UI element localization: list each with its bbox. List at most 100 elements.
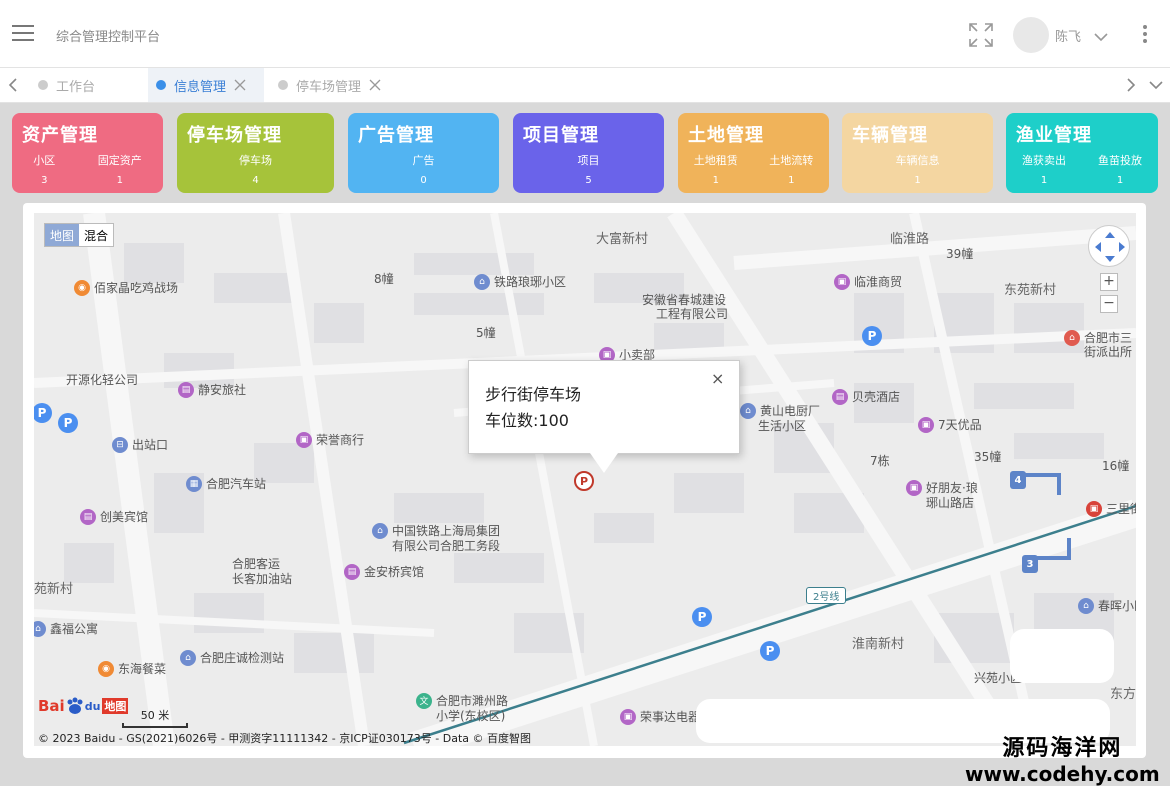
shop-icon: ▣ <box>296 431 312 448</box>
map-poi[interactable]: 大富新村 <box>596 228 648 247</box>
module-card-land[interactable]: 土地管理 土地租赁 1 土地流转 1 <box>678 113 829 193</box>
building-icon: ⌂ <box>372 522 388 539</box>
tab-label: 停车场管理 <box>296 79 362 95</box>
card-stat[interactable]: 广告 0 <box>413 151 435 191</box>
chevron-left-icon[interactable] <box>6 77 22 93</box>
tab-info-management[interactable]: 信息管理 <box>148 68 264 102</box>
map-poi[interactable]: ⌂ 合肥庄诚检测站 <box>180 649 284 666</box>
map-poi[interactable]: 淮南新村 <box>852 633 904 652</box>
card-title: 停车场管理 <box>187 125 282 146</box>
tab-label: 信息管理 <box>174 79 227 95</box>
card-stat[interactable]: 停车场 4 <box>239 151 272 191</box>
tab-status-dot <box>38 80 48 90</box>
parking-icon[interactable]: P <box>692 607 712 627</box>
username[interactable]: 陈飞 <box>1055 26 1081 45</box>
module-card-vehicles[interactable]: 车辆管理 车辆信息 1 <box>842 113 993 193</box>
map-poi[interactable]: 7栋 <box>870 452 890 469</box>
map-poi[interactable]: 临淮路 <box>890 228 929 247</box>
map-poi[interactable]: 东苑新村 <box>1004 279 1056 298</box>
menu-icon[interactable] <box>12 24 34 42</box>
parking-icon[interactable]: P <box>862 326 882 346</box>
map-poi[interactable]: 工程有限公司 <box>656 305 728 322</box>
module-card-fishery[interactable]: 渔业管理 渔获卖出 1 鱼苗投放 1 <box>1006 113 1158 193</box>
map-poi[interactable]: 开源化轻公司 <box>66 371 138 388</box>
module-card-parking[interactable]: 停车场管理 停车场 4 <box>177 113 334 193</box>
map-poi[interactable]: ⌂ 鑫福公寓 <box>34 620 98 637</box>
map-poi[interactable]: 东方 <box>1110 683 1136 702</box>
map-poi[interactable]: ◉ 佰家晶吃鸡战场 <box>74 279 178 296</box>
parking-icon[interactable]: P <box>760 641 780 661</box>
card-stat[interactable]: 车辆信息 1 <box>896 151 940 191</box>
map-canvas[interactable]: 大富新村 临淮路 39幢 8幢 ⌂ 铁路琅琊小区 安徽省春城建设 工程有限公司 ▣… <box>34 213 1136 746</box>
card-stat[interactable]: 土地租赁 1 <box>694 151 738 191</box>
route-marker[interactable]: 3 <box>1022 555 1038 573</box>
map-poi[interactable]: ▣ 荣事达电器 <box>620 708 700 725</box>
more-vertical-icon[interactable] <box>1140 24 1150 44</box>
module-card-projects[interactable]: 项目管理 项目 5 <box>513 113 664 193</box>
shop-icon: ▣ <box>906 479 922 496</box>
building-icon: ⌂ <box>34 620 46 637</box>
map-poi[interactable]: ▤ 创美宾馆 <box>80 508 148 525</box>
chevron-down-icon[interactable] <box>1148 77 1164 93</box>
map-poi[interactable]: 35幢 <box>974 448 1001 465</box>
close-icon[interactable] <box>369 79 381 91</box>
zoom-out-button[interactable]: − <box>1100 295 1118 313</box>
map-poi[interactable]: ▣ 荣誉商行 <box>296 431 364 448</box>
map-type-switch[interactable]: 地图 混合 <box>44 223 115 247</box>
info-window-content: 车位数:100 <box>485 411 569 430</box>
building-icon: ⌂ <box>1078 597 1094 614</box>
map-poi[interactable]: ◉ 东海餐菜 <box>98 660 166 677</box>
map-poi[interactable]: 39幢 <box>946 245 973 262</box>
map-poi[interactable]: ▤ 贝壳酒店 <box>832 388 900 405</box>
fullscreen-icon[interactable] <box>968 22 994 48</box>
parking-marker-icon[interactable]: P <box>574 471 594 491</box>
map-poi[interactable]: 16幢 <box>1102 457 1129 474</box>
card-stat[interactable]: 渔获卖出 1 <box>1022 151 1066 191</box>
map-poi[interactable]: 有限公司合肥工务段 <box>392 537 500 554</box>
card-stat[interactable]: 鱼苗投放 1 <box>1098 151 1142 191</box>
parking-icon[interactable]: P <box>58 413 78 433</box>
map-type-option-hybrid[interactable]: 混合 <box>79 224 113 246</box>
chevron-down-icon[interactable] <box>1093 28 1109 42</box>
module-card-assets[interactable]: 资产管理 小区 3 固定资产 1 <box>12 113 163 193</box>
map-poi[interactable]: 5幢 <box>476 324 496 341</box>
map-poi[interactable]: ⌂春晖小区 <box>1078 597 1136 614</box>
baidu-logo[interactable]: Bai du 地图 <box>38 697 129 715</box>
avatar[interactable] <box>1013 17 1049 53</box>
close-icon[interactable] <box>234 79 246 91</box>
map-poi[interactable]: ▣三里街 <box>1086 500 1136 517</box>
module-card-ads[interactable]: 广告管理 广告 0 <box>348 113 499 193</box>
route-marker[interactable]: 4 <box>1010 471 1026 489</box>
map-poi[interactable]: 街派出所 <box>1084 343 1132 360</box>
card-stat[interactable]: 项目 5 <box>578 151 600 191</box>
pan-control-icon[interactable] <box>1088 225 1130 267</box>
metro-line-label[interactable]: 2号线 <box>806 587 847 604</box>
close-icon[interactable]: × <box>711 369 724 388</box>
map-poi[interactable]: ▦ 合肥汽车站 <box>186 475 266 492</box>
map-poi[interactable]: ⊟ 出站口 <box>112 436 168 453</box>
info-window: 步行街停车场 车位数:100 × <box>468 360 740 454</box>
zoom-in-button[interactable]: + <box>1100 273 1118 291</box>
chevron-right-icon[interactable] <box>1122 77 1138 93</box>
map-poi[interactable]: 8幢 <box>374 270 394 287</box>
top-header: 综合管理控制平台 陈飞 <box>0 0 1170 68</box>
tab-workbench[interactable]: 工作台 <box>30 68 142 102</box>
map-poi[interactable]: ⌂ 铁路琅琊小区 <box>474 273 566 290</box>
map-copyright: © 2023 Baidu - GS(2021)6026号 - 甲测资字11111… <box>38 732 532 745</box>
map-type-option-map[interactable]: 地图 <box>45 224 80 246</box>
tab-status-dot <box>156 80 166 90</box>
card-stat[interactable]: 固定资产 1 <box>98 151 142 191</box>
card-stat[interactable]: 小区 3 <box>33 151 55 191</box>
map-poi[interactable]: ▤ 静安旅社 <box>178 381 246 398</box>
tab-parking-management[interactable]: 停车场管理 <box>270 68 400 102</box>
map-poi[interactable]: ▣ 7天优品 <box>918 416 982 433</box>
map-poi[interactable]: 小学(东校区) <box>436 707 505 724</box>
map-poi[interactable]: ▤ 金安桥宾馆 <box>344 563 424 580</box>
map-poi[interactable]: 生活小区 <box>758 417 806 434</box>
map-poi[interactable]: 琊山路店 <box>926 494 974 511</box>
food-icon: ◉ <box>98 660 114 677</box>
map-poi[interactable]: 长客加油站 <box>232 570 292 587</box>
map-poi[interactable]: ▣ 临淮商贸 <box>834 273 902 290</box>
card-stat[interactable]: 土地流转 1 <box>769 151 813 191</box>
map-poi[interactable]: 苑新村 <box>34 578 73 597</box>
